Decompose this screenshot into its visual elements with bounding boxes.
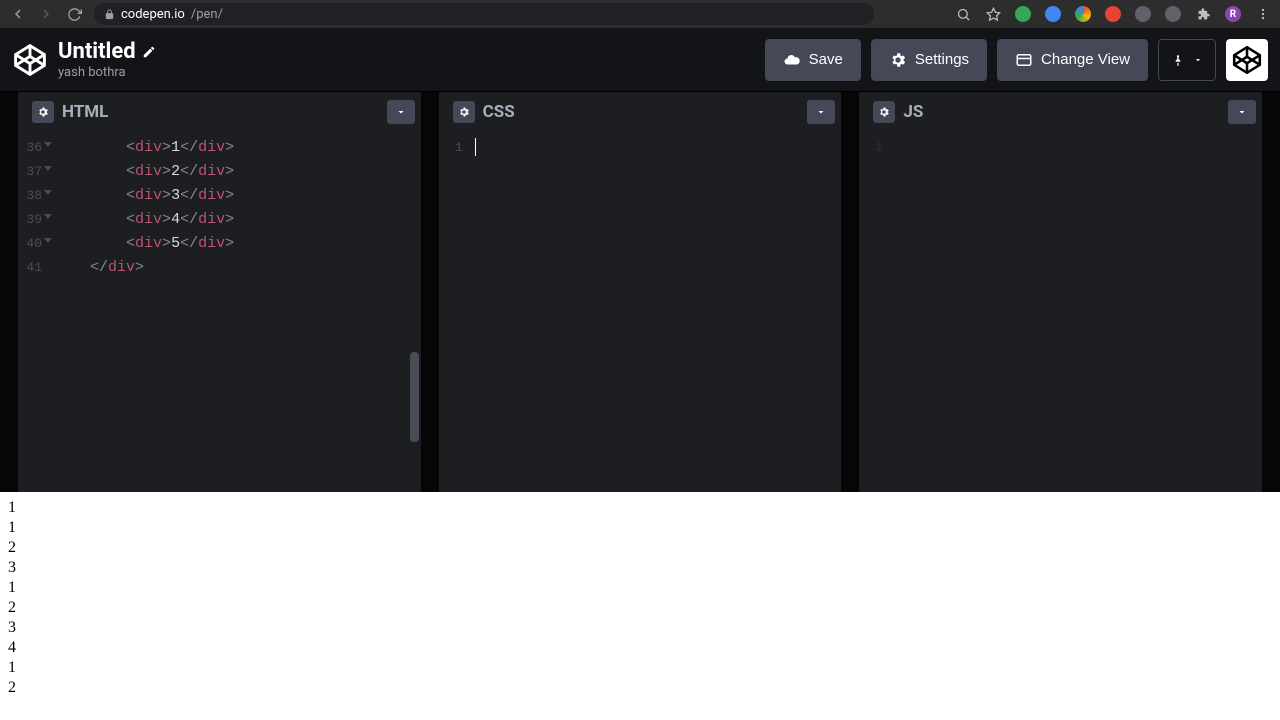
js-gutter: 1 [859, 132, 887, 492]
html-code-area[interactable]: 363738394041 <div>1</div> <div>2</div> <… [18, 132, 421, 492]
change-view-label: Change View [1041, 51, 1130, 68]
js-editor-header: JS [859, 92, 1262, 132]
line-number: 36 [18, 136, 42, 160]
css-editor-header: CSS [439, 92, 842, 132]
codepen-header: Untitled yash bothra Save Settings Chang… [0, 28, 1280, 92]
lock-icon [104, 9, 115, 20]
nav-buttons [8, 4, 84, 24]
forward-button[interactable] [36, 4, 56, 24]
url-path: /pen/ [191, 7, 223, 22]
html-label: HTML [62, 102, 108, 122]
js-code-area[interactable]: 1 [859, 132, 1262, 492]
user-avatar[interactable] [1226, 39, 1268, 81]
preview-line: 2 [8, 538, 1272, 558]
preview-line: 1 [8, 498, 1272, 518]
css-code[interactable] [467, 132, 476, 492]
line-number: 37 [18, 160, 42, 184]
line-number: 1 [859, 136, 883, 160]
js-editor: JS 1 [859, 92, 1280, 492]
gear-icon [889, 51, 907, 69]
preview-line: 2 [8, 598, 1272, 618]
chevron-down-icon [1193, 55, 1203, 65]
html-gutter: 363738394041 [18, 132, 46, 492]
js-settings-icon[interactable] [873, 101, 895, 123]
code-line[interactable]: <div>5</div> [54, 232, 234, 256]
back-button[interactable] [8, 4, 28, 24]
editor-row: HTML 363738394041 <div>1</div> <div>2</d… [0, 92, 1280, 492]
extension-2-icon[interactable] [1044, 5, 1062, 23]
layout-icon [1015, 51, 1033, 69]
preview-line: 1 [8, 658, 1272, 678]
settings-label: Settings [915, 51, 969, 68]
preview-line: 2 [8, 678, 1272, 698]
header-actions: Save Settings Change View [765, 39, 1268, 81]
cloud-icon [783, 51, 801, 69]
pen-title-block: Untitled yash bothra [58, 39, 156, 81]
js-collapse-button[interactable] [1228, 100, 1256, 124]
settings-button[interactable]: Settings [871, 39, 987, 81]
browser-toolbar-icons: R [954, 5, 1272, 23]
extension-4-icon[interactable] [1104, 5, 1122, 23]
code-line[interactable]: </div> [54, 256, 234, 280]
css-label: CSS [483, 102, 515, 122]
preview-line: 3 [8, 558, 1272, 578]
code-line[interactable]: <div>2</div> [54, 160, 234, 184]
css-gutter: 1 [439, 132, 467, 492]
line-number: 39 [18, 208, 42, 232]
extension-3-icon[interactable] [1074, 5, 1092, 23]
extension-1-icon[interactable] [1014, 5, 1032, 23]
reload-button[interactable] [64, 4, 84, 24]
extension-5-icon[interactable] [1134, 5, 1152, 23]
preview-line: 1 [8, 578, 1272, 598]
line-number: 40 [18, 232, 42, 256]
url-domain: codepen.io [121, 7, 185, 22]
extensions-icon[interactable] [1194, 5, 1212, 23]
address-bar[interactable]: codepen.io/pen/ [94, 3, 874, 25]
menu-icon[interactable] [1254, 5, 1272, 23]
css-editor: CSS 1 [439, 92, 860, 492]
html-code[interactable]: <div>1</div> <div>2</div> <div>3</div> <… [46, 132, 234, 492]
preview-line: 1 [8, 518, 1272, 538]
browser-toolbar: codepen.io/pen/ R [0, 0, 1280, 28]
pin-button[interactable] [1158, 39, 1216, 81]
profile-icon[interactable]: R [1224, 5, 1242, 23]
html-collapse-button[interactable] [387, 100, 415, 124]
star-icon[interactable] [984, 5, 1002, 23]
css-code-area[interactable]: 1 [439, 132, 842, 492]
pencil-icon[interactable] [142, 45, 156, 59]
css-collapse-button[interactable] [807, 100, 835, 124]
preview-pane[interactable]: 1123123412 [0, 492, 1280, 720]
html-editor: HTML 363738394041 <div>1</div> <div>2</d… [18, 92, 439, 492]
extension-6-icon[interactable] [1164, 5, 1182, 23]
js-code[interactable] [887, 132, 895, 492]
codepen-logo-icon[interactable] [12, 42, 48, 78]
html-editor-title: HTML [18, 92, 122, 132]
cursor-icon [475, 138, 476, 156]
line-number: 38 [18, 184, 42, 208]
code-line[interactable]: <div>4</div> [54, 208, 234, 232]
zoom-icon[interactable] [954, 5, 972, 23]
html-settings-icon[interactable] [32, 101, 54, 123]
html-editor-header: HTML [18, 92, 421, 132]
code-line[interactable]: <div>3</div> [54, 184, 234, 208]
js-label: JS [903, 102, 923, 122]
preview-line: 3 [8, 618, 1272, 638]
pen-author[interactable]: yash bothra [58, 65, 156, 81]
preview-line: 4 [8, 638, 1272, 658]
code-line[interactable]: <div>1</div> [54, 136, 234, 160]
pin-icon [1171, 53, 1185, 67]
pen-title[interactable]: Untitled [58, 39, 136, 65]
line-number: 1 [439, 136, 463, 160]
line-number: 41 [18, 256, 42, 280]
save-button[interactable]: Save [765, 39, 861, 81]
change-view-button[interactable]: Change View [997, 39, 1148, 81]
html-scrollbar[interactable] [410, 352, 419, 442]
save-label: Save [809, 51, 843, 68]
js-editor-title: JS [859, 92, 937, 132]
css-settings-icon[interactable] [453, 101, 475, 123]
css-editor-title: CSS [439, 92, 529, 132]
